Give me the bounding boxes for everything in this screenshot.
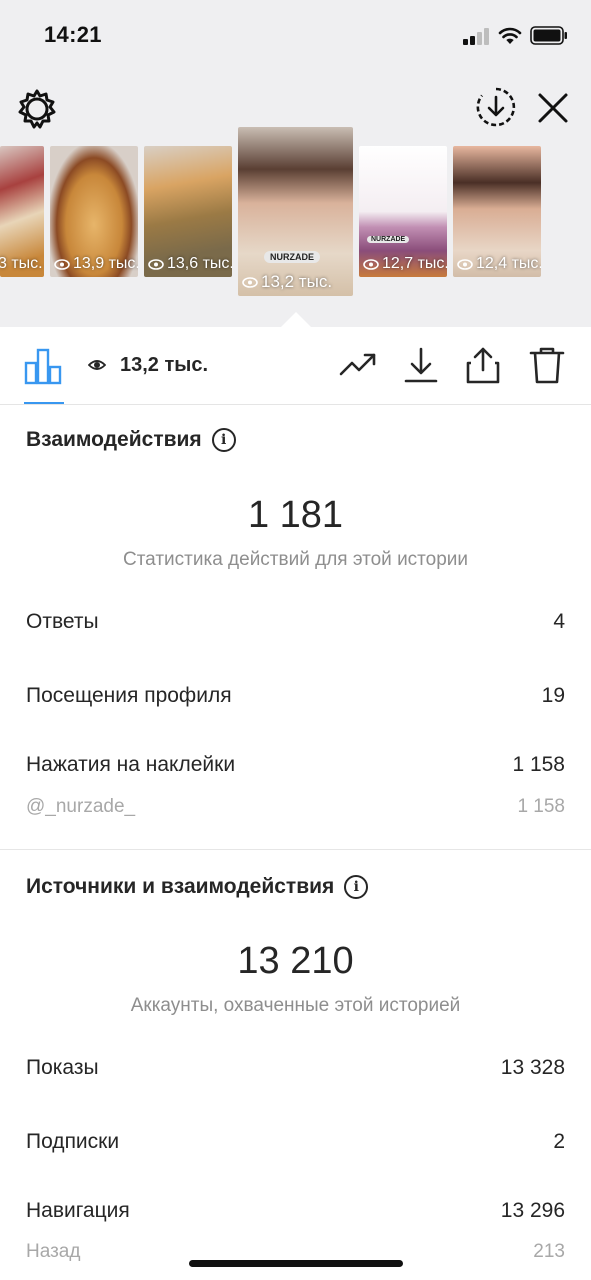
stat-label: Ответы: [26, 610, 99, 633]
interactions-title-text: Взаимодействия: [26, 428, 202, 451]
story-stats-toolbar: 13,2 тыс.: [0, 327, 591, 405]
thumb-views-label: 13,2 тыс.: [261, 272, 333, 291]
save-story-icon[interactable]: [475, 86, 517, 128]
story-thumbnail[interactable]: 13,9 тыс.: [50, 146, 138, 277]
interactions-caption: Статистика действий для этой истории: [122, 549, 469, 570]
cellular-signal-icon: [463, 27, 491, 45]
sticker-label: NURZADE: [371, 236, 406, 243]
story-header-area: 14:21 3 тыс. 13,9 тыс. 13,6 тыс. NURZADE…: [0, 0, 591, 328]
stat-row-navigation: Навигация 13 296: [26, 1199, 565, 1223]
stat-value: 2: [553, 1130, 565, 1153]
info-icon[interactable]: i: [211, 428, 236, 452]
status-time: 14:21: [44, 22, 102, 47]
stat-row-impressions: Показы 13 328: [26, 1056, 565, 1080]
status-bar: 14:21: [0, 0, 591, 70]
stat-value: 13 328: [500, 1056, 565, 1079]
stat-value: 1 158: [517, 796, 565, 817]
stat-label: Показы: [26, 1056, 99, 1079]
bar-chart-icon[interactable]: [24, 347, 64, 385]
stat-label: Посещения профиля: [26, 684, 232, 707]
thumb-views-label: 13,6 тыс.: [167, 255, 232, 272]
story-thumbnail[interactable]: 12,4 тыс.: [453, 146, 541, 277]
thumb-views-label: 3 тыс.: [0, 255, 43, 272]
stat-value: 19: [541, 684, 565, 707]
eye-icon: [88, 360, 106, 370]
story-view-count: 13,2 тыс.: [120, 354, 209, 376]
info-icon[interactable]: i: [344, 875, 369, 899]
selected-story-pointer: [280, 312, 312, 328]
stat-value: 213: [533, 1241, 565, 1262]
stat-label: Нажатия на наклейки: [26, 753, 236, 776]
thumb-views-label: 12,4 тыс.: [476, 255, 541, 272]
trash-icon[interactable]: [527, 345, 567, 385]
section-divider: [0, 849, 591, 850]
interactions-section-title: Взаимодействия i: [26, 428, 236, 452]
stat-row-follows: Подписки 2: [26, 1130, 565, 1154]
thumb-view-count: 12,4 тыс.: [457, 255, 541, 273]
battery-icon: [530, 26, 567, 45]
settings-gear-icon[interactable]: [16, 88, 58, 130]
stat-label: Подписки: [26, 1130, 120, 1153]
eye-icon: [457, 258, 473, 270]
story-thumbnail-selected[interactable]: NURZADE 13,2 тыс.: [238, 127, 353, 296]
active-tab-indicator: [24, 402, 64, 404]
stat-row-replies: Ответы 4: [26, 610, 565, 634]
story-thumbnail[interactable]: 3 тыс.: [0, 146, 44, 277]
wifi-icon: [498, 27, 522, 44]
sticker-label: NURZADE: [270, 252, 314, 262]
discovery-section-title: Источники и взаимодействия i: [26, 875, 369, 899]
stat-label: Назад: [26, 1241, 81, 1262]
download-icon[interactable]: [401, 345, 441, 385]
story-thumbnail[interactable]: 13,6 тыс.: [144, 146, 232, 277]
close-icon[interactable]: [533, 88, 573, 128]
discovery-total: 13 210: [237, 940, 354, 982]
thumb-view-count: 13,2 тыс.: [242, 272, 332, 292]
discovery-title-text: Источники и взаимодействия: [26, 875, 335, 898]
trending-icon[interactable]: [338, 345, 378, 385]
stat-label: Навигация: [26, 1199, 130, 1222]
home-indicator[interactable]: [189, 1260, 403, 1267]
story-sticker: NURZADE: [264, 251, 320, 263]
stat-value: 4: [553, 610, 565, 633]
thumb-view-count: 3 тыс.: [0, 255, 43, 273]
thumb-views-label: 12,7 тыс.: [382, 255, 447, 272]
story-sticker: NURZADE: [367, 236, 410, 243]
thumb-views-label: 13,9 тыс.: [73, 255, 138, 272]
stat-value: 1 158: [512, 753, 565, 776]
thumb-view-count: 12,7 тыс.: [363, 255, 447, 273]
eye-icon: [148, 258, 164, 270]
stat-value: 13 296: [500, 1199, 565, 1222]
thumb-view-count: 13,9 тыс.: [54, 255, 138, 273]
share-icon[interactable]: [463, 345, 503, 385]
eye-icon: [363, 258, 379, 270]
eye-icon: [54, 258, 70, 270]
stat-label: @_nurzade_: [26, 796, 136, 817]
interactions-total: 1 181: [247, 494, 344, 536]
stat-row-sticker-taps: Нажатия на наклейки 1 158: [26, 753, 565, 777]
stat-row-profile-visits: Посещения профиля 19: [26, 684, 565, 708]
eye-icon: [242, 276, 258, 288]
stat-subrow-mention[interactable]: @_nurzade_ 1 158: [26, 796, 565, 818]
discovery-caption: Аккаунты, охваченные этой историей: [130, 995, 461, 1016]
story-thumbnail[interactable]: NURZADE 12,7 тыс.: [359, 146, 447, 277]
thumb-view-count: 13,6 тыс.: [148, 255, 232, 273]
